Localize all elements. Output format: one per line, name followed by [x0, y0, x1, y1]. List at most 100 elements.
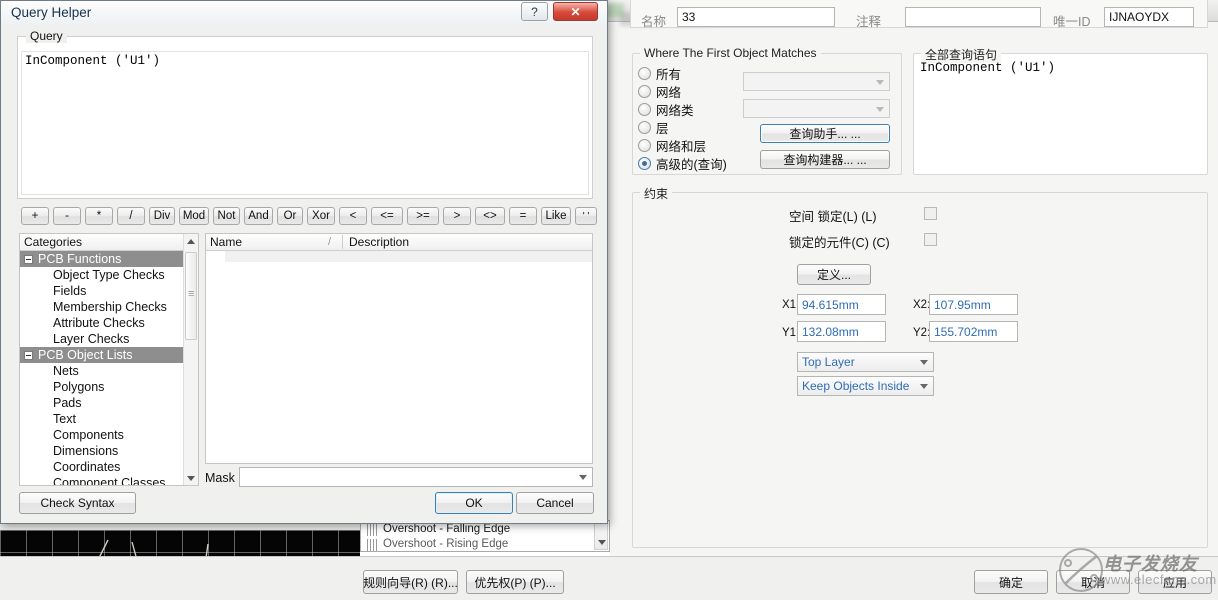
collapse-icon[interactable]: [24, 254, 33, 264]
operator-and[interactable]: And: [244, 207, 273, 225]
x1-input[interactable]: 94.615mm: [797, 294, 886, 315]
ok-button[interactable]: 确定: [974, 570, 1048, 594]
match-option-net-class[interactable]: 网络类: [638, 100, 694, 119]
categories-tree[interactable]: PCB Functions Object Type Checks Fields Mem…: [20, 251, 198, 485]
category-item[interactable]: Nets: [20, 363, 198, 379]
operator-equal[interactable]: =: [509, 207, 537, 225]
items-list-panel[interactable]: Name / Description: [205, 233, 593, 464]
query-helper-button[interactable]: 查询助手... ...: [760, 124, 890, 143]
layer-combo[interactable]: Top Layer: [797, 352, 934, 372]
check-syntax-button[interactable]: Check Syntax: [19, 492, 136, 514]
list-item[interactable]: Overshoot - Falling Edge: [383, 522, 609, 537]
operator-not[interactable]: Not: [213, 207, 240, 225]
match-option-advanced-query[interactable]: 高级的(查询): [638, 154, 727, 173]
categories-scrollbar[interactable]: [183, 234, 198, 485]
name-label: 名称: [641, 15, 667, 29]
scroll-down-icon[interactable]: [184, 471, 198, 485]
scroll-up-icon[interactable]: [184, 234, 198, 248]
category-group[interactable]: PCB Object Lists: [20, 347, 198, 363]
unique-id-label: 唯一ID: [1053, 15, 1091, 29]
category-item[interactable]: Attribute Checks: [20, 315, 198, 331]
category-item[interactable]: Polygons: [20, 379, 198, 395]
scrollbar-thumb[interactable]: [185, 252, 197, 340]
operator-minus[interactable]: -: [53, 207, 81, 225]
operator-like[interactable]: Like: [541, 207, 571, 225]
query-text: InComponent ('U1'): [25, 54, 161, 68]
category-label: Fields: [53, 284, 87, 298]
net-combo[interactable]: [743, 72, 890, 91]
operator-or[interactable]: Or: [277, 207, 303, 225]
components-locked-checkbox[interactable]: [924, 233, 937, 246]
comment-input[interactable]: [905, 7, 1041, 27]
operator-divide[interactable]: /: [117, 207, 145, 225]
category-item[interactable]: Component Classes: [20, 475, 198, 485]
radio-dot-icon: [638, 139, 651, 152]
y2-input[interactable]: 155.702mm: [929, 321, 1018, 342]
layer-combo-value: Top Layer: [802, 355, 855, 369]
unique-id-input[interactable]: IJNAOYDX: [1104, 7, 1194, 27]
collapse-icon[interactable]: [24, 350, 33, 360]
help-button[interactable]: ?: [521, 2, 548, 21]
background-rules-list[interactable]: Overshoot - Falling Edge Overshoot - Ris…: [360, 520, 610, 552]
cancel-button[interactable]: Cancel: [516, 492, 594, 514]
category-label: Object Type Checks: [53, 268, 165, 282]
close-icon[interactable]: ✕: [553, 2, 598, 21]
net-class-combo[interactable]: [743, 99, 890, 118]
match-option-layer[interactable]: 层: [638, 118, 669, 137]
category-item[interactable]: Fields: [20, 283, 198, 299]
category-item[interactable]: Object Type Checks: [20, 267, 198, 283]
category-item[interactable]: Text: [20, 411, 198, 427]
chevron-down-icon: [876, 79, 884, 85]
category-item[interactable]: Layer Checks: [20, 331, 198, 347]
category-item[interactable]: Membership Checks: [20, 299, 198, 315]
priorities-button[interactable]: 优先权(P) (P)...: [466, 570, 564, 594]
full-query-text[interactable]: InComponent ('U1'): [920, 61, 1055, 75]
category-label: Components: [53, 428, 124, 442]
operator-multiply[interactable]: *: [85, 207, 113, 225]
ok-button[interactable]: OK: [435, 492, 513, 514]
column-header-name[interactable]: Name: [206, 235, 328, 249]
operator-not-equal[interactable]: <>: [475, 207, 505, 225]
category-item[interactable]: Pads: [20, 395, 198, 411]
mask-combo[interactable]: [239, 467, 593, 487]
operator-quote[interactable]: ' ': [575, 207, 597, 225]
match-option-net[interactable]: 网络: [638, 82, 681, 101]
chevron-down-icon: [920, 384, 928, 389]
category-group[interactable]: PCB Functions: [20, 251, 198, 267]
operator-less[interactable]: <: [339, 207, 367, 225]
match-option-all[interactable]: 所有: [638, 64, 681, 83]
category-label: PCB Object Lists: [38, 348, 133, 362]
operator-less-equal[interactable]: <=: [371, 207, 403, 225]
operator-greater[interactable]: >: [443, 207, 471, 225]
match-option-label: 所有: [656, 68, 682, 82]
column-header-description[interactable]: Description: [342, 235, 592, 249]
x2-input[interactable]: 107.95mm: [929, 294, 1018, 315]
operator-xor[interactable]: Xor: [307, 207, 335, 225]
category-item[interactable]: Coordinates: [20, 459, 198, 475]
y1-input[interactable]: 132.08mm: [797, 321, 886, 342]
operator-greater-equal[interactable]: >=: [407, 207, 439, 225]
match-option-net-and-layer[interactable]: 网络和层: [638, 136, 706, 155]
radio-dot-icon: [638, 121, 651, 134]
query-helper-titlebar[interactable]: [1, 1, 607, 27]
list-item[interactable]: Overshoot - Rising Edge: [383, 537, 609, 551]
rules-list-scrollbar[interactable]: [594, 522, 608, 550]
categories-panel[interactable]: Categories / PCB Functions Object Type Ch…: [19, 233, 199, 486]
query-builder-button[interactable]: 查询构建器... ...: [760, 150, 890, 169]
query-input[interactable]: InComponent ('U1'): [21, 51, 589, 195]
category-item[interactable]: Components: [20, 427, 198, 443]
operator-mod[interactable]: Mod: [179, 207, 209, 225]
name-input[interactable]: 33: [677, 7, 835, 27]
dialog-bottom-bar: 规则向导(R) (R)... 优先权(P) (P)... 确定 取消 应用: [0, 557, 1218, 600]
keep-objects-combo[interactable]: Keep Objects Inside: [797, 376, 934, 396]
categories-header[interactable]: Categories /: [20, 234, 198, 251]
rule-wizard-button[interactable]: 规则向导(R) (R)...: [363, 570, 458, 594]
rule-icon: [367, 539, 379, 551]
define-button[interactable]: 定义...: [797, 264, 871, 285]
room-locked-checkbox[interactable]: [924, 207, 937, 220]
apply-button[interactable]: 应用: [1138, 570, 1212, 594]
cancel-button[interactable]: 取消: [1056, 570, 1130, 594]
category-item[interactable]: Dimensions: [20, 443, 198, 459]
operator-div[interactable]: Div: [149, 207, 175, 225]
operator-plus[interactable]: +: [21, 207, 49, 225]
